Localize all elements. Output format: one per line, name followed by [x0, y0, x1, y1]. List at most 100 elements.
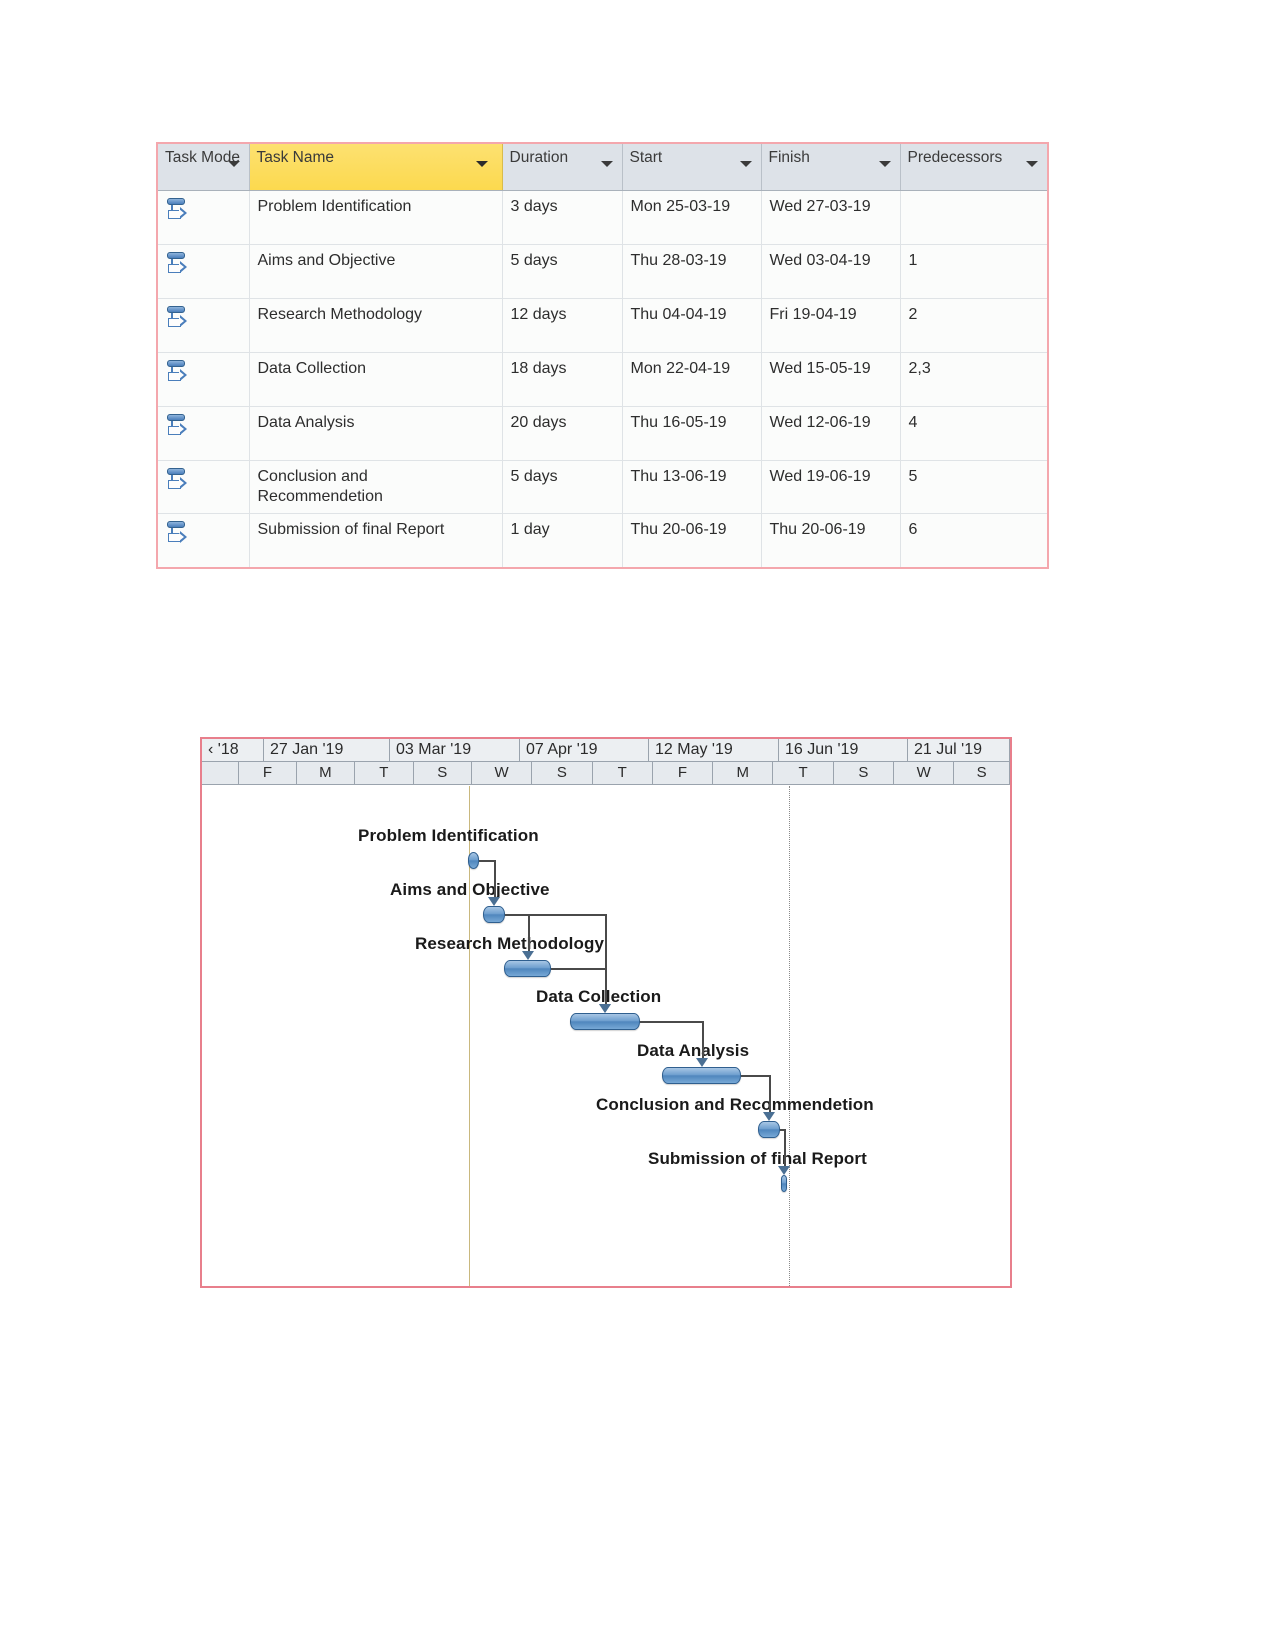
predecessors-cell[interactable] — [900, 190, 1047, 245]
task-mode-cell[interactable] — [158, 460, 250, 515]
task-name-cell[interactable]: Aims and Objective — [249, 244, 503, 299]
auto-schedule-icon — [166, 197, 190, 223]
duration-cell[interactable]: 1 day — [502, 513, 623, 567]
finish-cell[interactable]: Fri 19-04-19 — [761, 298, 901, 353]
duration-cell[interactable]: 5 days — [502, 460, 623, 515]
gantt-bar[interactable] — [758, 1121, 780, 1138]
duration-text: 18 days — [510, 359, 567, 377]
gantt-bar[interactable] — [781, 1175, 787, 1192]
start-cell[interactable]: Thu 20-06-19 — [622, 513, 762, 567]
gantt-bar[interactable] — [570, 1013, 640, 1030]
duration-text: 12 days — [510, 305, 567, 323]
timescale-major-cell: ‹ '18 — [202, 739, 264, 761]
finish-text: Fri 19-04-19 — [769, 305, 857, 323]
task-mode-cell[interactable] — [158, 352, 250, 407]
column-header-duration[interactable]: Duration — [502, 144, 623, 191]
predecessors-cell[interactable]: 6 — [900, 513, 1047, 567]
auto-schedule-icon — [166, 520, 190, 546]
table-row[interactable]: Research Methodology 12 days Thu 04-04-19 F… — [158, 298, 1047, 353]
filter-dropdown-icon[interactable] — [1026, 161, 1038, 167]
column-header-finish[interactable]: Finish — [761, 144, 901, 191]
start-text: Thu 04-04-19 — [630, 305, 727, 323]
predecessors-cell[interactable]: 2,3 — [900, 352, 1047, 407]
task-name-cell[interactable]: Conclusion and Recommendetion — [249, 460, 503, 515]
finish-cell[interactable]: Wed 15-05-19 — [761, 352, 901, 407]
duration-cell[interactable]: 3 days — [502, 190, 623, 245]
task-mode-cell[interactable] — [158, 190, 250, 245]
task-mode-cell[interactable] — [158, 513, 250, 567]
finish-cell[interactable]: Wed 03-04-19 — [761, 244, 901, 299]
duration-cell[interactable]: 18 days — [502, 352, 623, 407]
duration-text: 3 days — [510, 197, 558, 215]
finish-text: Wed 15-05-19 — [769, 359, 871, 377]
start-cell[interactable]: Mon 22-04-19 — [622, 352, 762, 407]
predecessors-text: 2,3 — [908, 359, 931, 377]
task-mode-cell[interactable] — [158, 244, 250, 299]
predecessors-cell[interactable]: 4 — [900, 406, 1047, 461]
task-name-cell[interactable]: Problem Identification — [249, 190, 503, 245]
start-cell[interactable]: Thu 13-06-19 — [622, 460, 762, 515]
task-mode-cell[interactable] — [158, 298, 250, 353]
gantt-chart-container: ‹ '18 27 Jan '19 03 Mar '19 07 Apr '19 12 Ma… — [200, 737, 1012, 1288]
gantt-bar[interactable] — [483, 906, 505, 923]
auto-schedule-icon — [166, 359, 190, 385]
table-header-row: Task Mode Task Name Duration Start Finis… — [158, 144, 1047, 191]
start-cell[interactable]: Thu 04-04-19 — [622, 298, 762, 353]
table-row[interactable]: Conclusion and Recommendetion 5 days Thu 1… — [158, 460, 1047, 515]
predecessors-cell[interactable]: 2 — [900, 298, 1047, 353]
table-row[interactable]: Data Collection 18 days Mon 22-04-19 Wed 15… — [158, 352, 1047, 407]
dependency-arrow-icon — [522, 951, 534, 960]
auto-schedule-icon — [166, 305, 190, 331]
column-header-start[interactable]: Start — [622, 144, 762, 191]
finish-cell[interactable]: Wed 27-03-19 — [761, 190, 901, 245]
filter-dropdown-icon[interactable] — [600, 161, 613, 167]
task-name-cell[interactable]: Data Collection — [249, 352, 503, 407]
predecessors-cell[interactable]: 1 — [900, 244, 1047, 299]
duration-text: 20 days — [510, 413, 567, 431]
filter-dropdown-icon[interactable] — [878, 161, 891, 167]
duration-cell[interactable]: 5 days — [502, 244, 623, 299]
column-header-task-name[interactable]: Task Name — [249, 144, 503, 191]
column-header-predecessors[interactable]: Predecessors — [900, 144, 1047, 191]
duration-cell[interactable]: 20 days — [502, 406, 623, 461]
duration-cell[interactable]: 12 days — [502, 298, 623, 353]
task-name-cell[interactable]: Research Methodology — [249, 298, 503, 353]
timescale-major-row: ‹ '18 27 Jan '19 03 Mar '19 07 Apr '19 12 Ma… — [202, 739, 1010, 762]
start-text: Mon 25-03-19 — [630, 197, 731, 215]
gantt-bar[interactable] — [468, 852, 479, 869]
table-row[interactable]: Data Analysis 20 days Thu 16-05-19 Wed 12-0… — [158, 406, 1047, 461]
auto-schedule-icon — [166, 467, 190, 493]
task-name-cell[interactable]: Submission of final Report — [249, 513, 503, 567]
start-text: Thu 20-06-19 — [630, 521, 727, 539]
start-cell[interactable]: Thu 28-03-19 — [622, 244, 762, 299]
predecessors-cell[interactable]: 5 — [900, 460, 1047, 515]
timescale-major-cell: 07 Apr '19 — [520, 739, 649, 761]
filter-dropdown-icon[interactable] — [227, 161, 240, 167]
timescale-major-cell: 21 Jul '19 — [908, 739, 1010, 761]
start-cell[interactable]: Mon 25-03-19 — [622, 190, 762, 245]
table-row[interactable]: Aims and Objective 5 days Thu 28-03-19 Wed … — [158, 244, 1047, 299]
timescale-minor-cell: S — [532, 762, 593, 784]
filter-dropdown-icon[interactable] — [475, 161, 488, 167]
duration-text: 5 days — [510, 467, 558, 485]
finish-cell[interactable]: Wed 19-06-19 — [761, 460, 901, 515]
dependency-arrow-icon — [599, 1004, 611, 1013]
task-name-text: Submission of final Report — [257, 521, 445, 539]
timescale-major-cell: 03 Mar '19 — [390, 739, 520, 761]
finish-cell[interactable]: Thu 20-06-19 — [761, 513, 901, 567]
gantt-bar[interactable] — [504, 960, 551, 977]
dependency-arrow-icon — [696, 1058, 708, 1067]
timescale-minor-row: FMTSWSTFMTSWS — [202, 762, 1010, 785]
table-row[interactable]: Submission of final Report 1 day Thu 20-06… — [158, 513, 1047, 567]
task-name-cell[interactable]: Data Analysis — [249, 406, 503, 461]
dependency-arrow-icon — [763, 1112, 775, 1121]
filter-dropdown-icon[interactable] — [739, 161, 752, 167]
table-row[interactable]: Problem Identification 3 days Mon 25-03-19… — [158, 190, 1047, 245]
column-header-task-mode[interactable]: Task Mode — [158, 144, 250, 191]
timescale-minor-cell: T — [355, 762, 414, 784]
finish-cell[interactable]: Wed 12-06-19 — [761, 406, 901, 461]
timescale-minor-cell — [202, 762, 240, 784]
start-cell[interactable]: Thu 16-05-19 — [622, 406, 762, 461]
gantt-bar[interactable] — [662, 1067, 741, 1084]
task-mode-cell[interactable] — [158, 406, 250, 461]
